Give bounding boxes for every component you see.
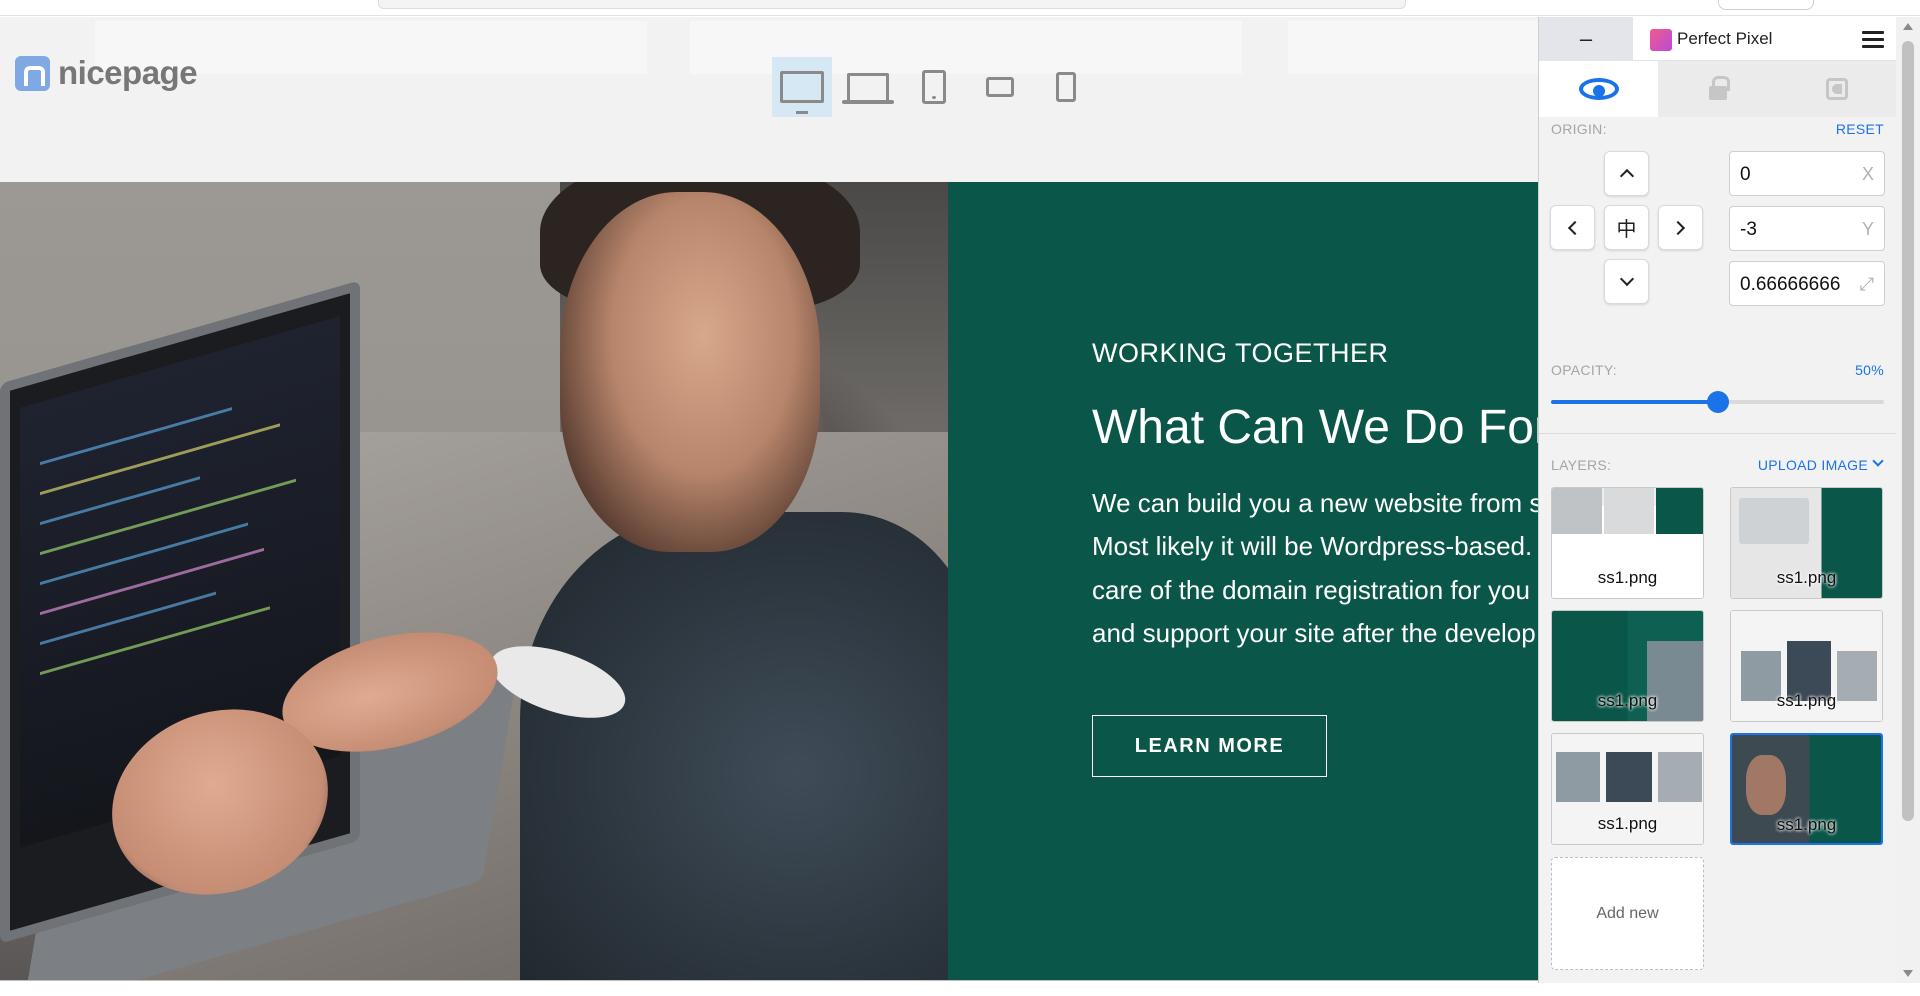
- ghost-panel: [1288, 21, 1540, 74]
- minimize-button[interactable]: –: [1539, 17, 1633, 61]
- hero-headline: What Can We Do For Y: [1092, 401, 1540, 454]
- device-desktop-button[interactable]: [772, 57, 832, 117]
- hero-body-line: care of the domain registration for you: [1092, 574, 1530, 605]
- layer-name: ss1.png: [1776, 691, 1837, 710]
- opacity-slider-fill: [1551, 400, 1718, 404]
- laptop-icon: [842, 73, 894, 104]
- chevron-down-icon: [1619, 271, 1634, 287]
- layer-name: ss1.png: [1776, 568, 1837, 587]
- layer-name: ss1.png: [1776, 815, 1837, 834]
- center-origin-button[interactable]: 中: [1604, 205, 1649, 250]
- origin-y-value: -3: [1740, 219, 1757, 240]
- move-right-button[interactable]: [1658, 205, 1703, 250]
- layer-thumbnail[interactable]: ss1.png: [1551, 610, 1704, 722]
- add-new-layer-button[interactable]: Add new: [1551, 857, 1704, 970]
- opacity-slider[interactable]: [1551, 391, 1884, 413]
- desktop-icon: [780, 71, 824, 114]
- panel-title: Perfect Pixel: [1677, 29, 1773, 48]
- scale-value: 0.66666666: [1740, 274, 1841, 295]
- hero-photo: [0, 182, 948, 980]
- perfect-pixel-logo-icon: [1650, 29, 1672, 51]
- browser-top-strip: [0, 0, 1920, 16]
- scrollbar-thumb[interactable]: [1902, 41, 1914, 821]
- layer-thumbnail-selected[interactable]: ss1.png: [1730, 733, 1883, 845]
- scale-input[interactable]: 0.66666666 ⤢: [1729, 261, 1885, 306]
- chevron-right-icon: [1670, 220, 1686, 235]
- phone-icon: [1056, 72, 1076, 102]
- layer-name: ss1.png: [1597, 691, 1658, 710]
- device-tablet-landscape-button[interactable]: [970, 57, 1030, 117]
- tab-lock[interactable]: [1658, 61, 1777, 117]
- chevron-up-icon: [1619, 168, 1634, 184]
- panel-header: – Perfect Pixel: [1539, 17, 1897, 61]
- move-up-button[interactable]: [1604, 151, 1649, 196]
- origin-y-unit: Y: [1861, 219, 1874, 239]
- learn-more-button[interactable]: LEARN MORE: [1092, 715, 1327, 777]
- hamburger-menu-icon[interactable]: [1862, 31, 1884, 49]
- tab-invert[interactable]: [1778, 61, 1897, 117]
- editor-header: nicepage: [0, 17, 1540, 182]
- device-tablet-button[interactable]: [904, 57, 964, 117]
- move-left-button[interactable]: [1550, 205, 1595, 250]
- layers-label: LAYERS:: [1551, 457, 1612, 473]
- nicepage-logo-icon: [15, 55, 50, 91]
- page-scrollbar[interactable]: [1896, 17, 1920, 983]
- layer-thumbnail[interactable]: ss1.png: [1551, 733, 1704, 845]
- move-down-button[interactable]: [1604, 259, 1649, 304]
- layer-name: ss1.png: [1597, 568, 1658, 587]
- chevron-down-icon[interactable]: [1872, 455, 1884, 467]
- chevron-left-icon: [1567, 220, 1583, 235]
- panel-tabs: [1539, 61, 1897, 117]
- address-bar[interactable]: [378, 0, 1406, 9]
- reset-button[interactable]: RESET: [1836, 121, 1884, 137]
- layer-thumbnail[interactable]: ss1.png: [1551, 487, 1704, 599]
- hero-body-line: We can build you a new website from s: [1092, 488, 1540, 518]
- hero-content: WORKING TOGETHER What Can We Do For Y We…: [948, 182, 1540, 980]
- origin-x-unit: X: [1861, 164, 1874, 184]
- device-phone-button[interactable]: [1036, 57, 1096, 117]
- center-icon: 中: [1616, 217, 1637, 241]
- origin-label: ORIGIN:: [1551, 121, 1607, 137]
- opacity-label: OPACITY:: [1551, 362, 1617, 378]
- layer-thumbnail[interactable]: ss1.png: [1730, 487, 1883, 599]
- lock-icon: [1708, 76, 1730, 100]
- hero-body: We can build you a new website from s Mo…: [1092, 482, 1540, 655]
- tab-visibility[interactable]: [1539, 61, 1659, 117]
- app-stage: nicepage WORKING TOGETHER What Can We Do…: [0, 0, 1920, 996]
- brand-name: nicepage: [58, 54, 198, 91]
- scroll-up-icon[interactable]: [1903, 23, 1913, 30]
- device-laptop-button[interactable]: [838, 57, 898, 117]
- hero-kicker: WORKING TOGETHER: [1092, 338, 1389, 368]
- invert-colors-icon: [1826, 78, 1849, 100]
- origin-y-input[interactable]: -3 Y: [1729, 206, 1885, 251]
- toolbar-pill[interactable]: [1718, 0, 1814, 10]
- tablet-icon: [922, 70, 946, 104]
- eye-icon: [1578, 78, 1619, 100]
- upload-image-button[interactable]: UPLOAD IMAGE: [1758, 457, 1868, 473]
- origin-x-value: 0: [1740, 164, 1751, 185]
- hero-body-line: Most likely it will be Wordpress-based.: [1092, 531, 1533, 562]
- nicepage-logo[interactable]: nicepage: [15, 54, 198, 92]
- opacity-slider-handle[interactable]: [1706, 391, 1729, 413]
- opacity-value: 50%: [1855, 362, 1884, 378]
- tablet-landscape-icon: [986, 77, 1014, 97]
- layer-thumbnail[interactable]: ss1.png: [1730, 610, 1883, 722]
- perfect-pixel-panel: – Perfect Pixel ORIGIN: RESET 中 0 X -3 Y…: [1538, 17, 1897, 983]
- scroll-down-icon[interactable]: [1903, 970, 1913, 977]
- layer-name: ss1.png: [1597, 814, 1658, 833]
- origin-x-input[interactable]: 0 X: [1729, 151, 1885, 196]
- hero-body-line: and support your site after the develop: [1092, 617, 1536, 648]
- device-switcher: [772, 57, 1102, 117]
- resize-icon: ⤢: [1859, 274, 1874, 294]
